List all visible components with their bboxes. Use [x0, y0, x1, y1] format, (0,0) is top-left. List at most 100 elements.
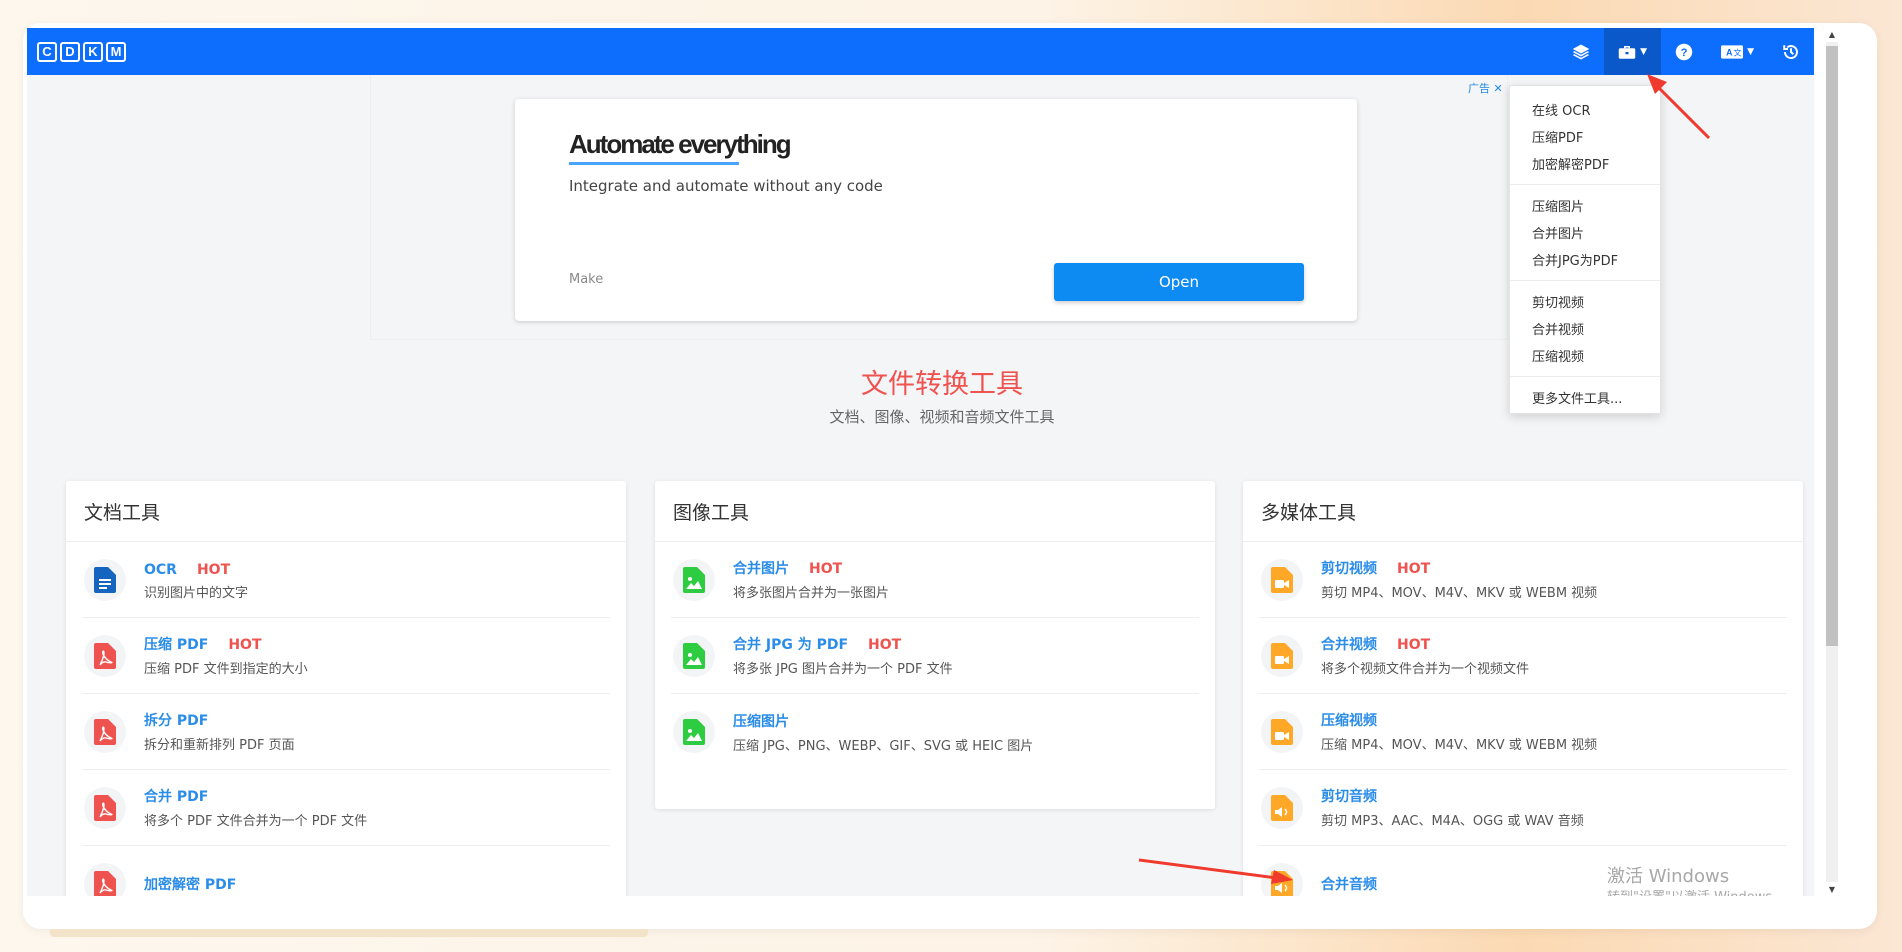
video-file-icon [1271, 718, 1293, 745]
scrollbar-thumb[interactable] [1826, 46, 1838, 646]
dropdown-item[interactable]: 合并图片 [1510, 219, 1660, 246]
tool-item[interactable]: 合并 JPG 为 PDF HOT 将多张 JPG 图片合并为一个 PDF 文件 [671, 618, 1199, 694]
video-file-icon [1271, 642, 1293, 669]
tool-description: 剪切 MP3、AAC、M4A、OGG 或 WAV 音频 [1321, 814, 1584, 829]
panel-image-tools: 图像工具 合并图片 HOT 将多张图片合并为一张图片 合并 JPG 为 PDF HO… [655, 481, 1215, 809]
tool-item[interactable]: 剪切音频 剪切 MP3、AAC、M4A、OGG 或 WAV 音频 [1259, 770, 1787, 846]
ad-close-tag[interactable]: 广告 ✕ [1468, 80, 1503, 96]
pdf-file-icon [94, 718, 116, 745]
tool-item[interactable]: 合并 PDF 将多个 PDF 文件合并为一个 PDF 文件 [82, 770, 610, 846]
tool-item[interactable]: 拆分 PDF 拆分和重新排列 PDF 页面 [82, 694, 610, 770]
tool-link[interactable]: 合并 PDF [144, 789, 208, 805]
hot-badge: HOT [1397, 561, 1431, 577]
dropdown-divider [1510, 376, 1660, 377]
site-logo[interactable]: C D K M [37, 41, 126, 62]
windows-activation-watermark: 激活 Windows [1607, 866, 1730, 887]
tool-text: 剪切音频 剪切 MP3、AAC、M4A、OGG 或 WAV 音频 [1321, 786, 1584, 829]
tool-description: 将多张 JPG 图片合并为一个 PDF 文件 [733, 662, 953, 677]
tool-item[interactable]: 压缩视频 压缩 MP4、MOV、M4V、MKV 或 WEBM 视频 [1259, 694, 1787, 770]
dropdown-item[interactable]: 更多文件工具... [1510, 384, 1660, 411]
dropdown-item[interactable]: 合并视频 [1510, 315, 1660, 342]
tool-item[interactable]: OCR HOT 识别图片中的文字 [82, 542, 610, 618]
language-button[interactable]: A文 ▼ [1707, 28, 1768, 75]
ad-title-underline [569, 162, 739, 165]
tool-description: 压缩 JPG、PNG、WEBP、GIF、SVG 或 HEIC 图片 [733, 738, 1034, 754]
toolbox-dropdown-button[interactable]: ▼ [1604, 28, 1662, 75]
panel-title: 图像工具 [655, 481, 1215, 542]
tool-icon-wrap [673, 634, 715, 677]
tool-link[interactable]: 加密解密 PDF [144, 877, 236, 893]
tool-icon-wrap [1261, 786, 1303, 829]
tool-item[interactable]: 剪切视频 HOT 剪切 MP4、MOV、M4V、MKV 或 WEBM 视频 [1259, 542, 1787, 618]
pdf-file-icon [94, 794, 116, 821]
tool-description: 压缩 MP4、MOV、M4V、MKV 或 WEBM 视频 [1321, 738, 1598, 753]
image-file-icon [683, 642, 705, 669]
tool-link[interactable]: OCR [144, 562, 177, 578]
dropdown-item[interactable]: 合并JPG为PDF [1510, 246, 1660, 273]
tool-text: OCR HOT 识别图片中的文字 [144, 559, 248, 601]
dropdown-item[interactable]: 压缩视频 [1510, 342, 1660, 369]
windows-activation-hint: 转到"设置"以激活 Windows。 [1607, 886, 1785, 896]
tool-link[interactable]: 合并音频 [1321, 877, 1377, 893]
image-file-icon [683, 719, 705, 745]
history-button[interactable] [1768, 28, 1814, 75]
tool-link[interactable]: 压缩视频 [1321, 713, 1377, 729]
logo-letter: D [60, 41, 80, 62]
tool-text: 合并 PDF 将多个 PDF 文件合并为一个 PDF 文件 [144, 786, 367, 829]
panel-title: 多媒体工具 [1243, 481, 1803, 542]
tool-text: 合并音频 [1321, 874, 1377, 894]
hot-badge: HOT [868, 637, 902, 653]
tool-description: 将多个视频文件合并为一个视频文件 [1321, 662, 1530, 677]
dropdown-item[interactable]: 压缩图片 [1510, 192, 1660, 219]
ad-open-button[interactable]: Open [1054, 263, 1304, 301]
tool-link[interactable]: 合并图片 [733, 561, 789, 577]
tool-icon-wrap [1261, 710, 1303, 753]
tool-link[interactable]: 拆分 PDF [144, 713, 208, 729]
tool-item[interactable]: 加密解密 PDF [82, 846, 610, 896]
tool-link[interactable]: 合并 JPG 为 PDF [733, 637, 848, 653]
panel-media-tools: 多媒体工具 剪切视频 HOT 剪切 MP4、MOV、M4V、MKV 或 WEBM … [1243, 481, 1803, 896]
toolbox-dropdown-menu: 在线 OCR 压缩PDF 加密解密PDF 压缩图片 合并图片 合并JPG为PDF 剪切视频合… [1509, 85, 1661, 414]
hot-badge: HOT [228, 637, 262, 653]
tool-text: 加密解密 PDF [144, 874, 236, 894]
tool-description: 剪切 MP4、MOV、M4V、MKV 或 WEBM 视频 [1321, 586, 1598, 601]
ad-card[interactable]: Automate everything Integrate and automa… [515, 99, 1357, 321]
tool-icon-wrap [1261, 558, 1303, 601]
language-icon: A文 [1721, 44, 1744, 59]
annotation-arrow-icon [1138, 858, 1293, 884]
tool-item[interactable]: 压缩图片 压缩 JPG、PNG、WEBP、GIF、SVG 或 HEIC 图片 [671, 694, 1199, 770]
tool-item[interactable]: 压缩 PDF HOT 压缩 PDF 文件到指定的大小 [82, 618, 610, 694]
logo-letter: M [106, 41, 126, 62]
dropdown-item[interactable]: 剪切视频 [1510, 288, 1660, 315]
panel-title: 文档工具 [66, 481, 626, 542]
scroll-down-icon[interactable]: ▼ [1826, 885, 1838, 894]
dropdown-item[interactable]: 加密解密PDF [1510, 150, 1660, 177]
tool-text: 压缩视频 压缩 MP4、MOV、M4V、MKV 或 WEBM 视频 [1321, 710, 1597, 753]
pdf-file-icon [94, 642, 116, 669]
scroll-up-icon[interactable]: ▲ [1826, 30, 1838, 39]
tool-text: 拆分 PDF 拆分和重新排列 PDF 页面 [144, 710, 295, 753]
tool-link[interactable]: 剪切视频 [1321, 561, 1377, 577]
browser-viewport: C D K M ▼ ? A文 ▼ 广告 ✕ Automate everythin… [27, 28, 1852, 896]
dropdown-item[interactable]: 压缩PDF [1510, 123, 1660, 150]
tool-text: 合并图片 HOT 将多张图片合并为一张图片 [733, 558, 889, 601]
dropdown-item[interactable]: 在线 OCR [1510, 96, 1660, 123]
layers-icon [1572, 44, 1590, 59]
tool-link[interactable]: 压缩 PDF [144, 637, 208, 653]
ad-brand: Make [569, 272, 604, 287]
tool-description: 压缩 PDF 文件到指定的大小 [144, 662, 308, 677]
help-button[interactable]: ? [1661, 28, 1707, 75]
tool-link[interactable]: 合并视频 [1321, 637, 1377, 653]
page-scrollbar[interactable]: ▲ ▼ [1814, 28, 1852, 896]
tool-link[interactable]: 压缩图片 [733, 714, 789, 730]
tool-icon-wrap [84, 558, 126, 601]
tool-link[interactable]: 剪切音频 [1321, 789, 1377, 805]
tool-item[interactable]: 合并图片 HOT 将多张图片合并为一张图片 [671, 542, 1199, 618]
help-icon: ? [1675, 43, 1693, 60]
tool-icon-wrap [84, 710, 126, 753]
layers-button[interactable] [1558, 28, 1604, 75]
dropdown-divider [1510, 184, 1660, 185]
tool-item[interactable]: 合并视频 HOT 将多个视频文件合并为一个视频文件 [1259, 618, 1787, 694]
video-file-icon [1271, 566, 1293, 593]
annotation-arrow-icon [1647, 74, 1711, 140]
